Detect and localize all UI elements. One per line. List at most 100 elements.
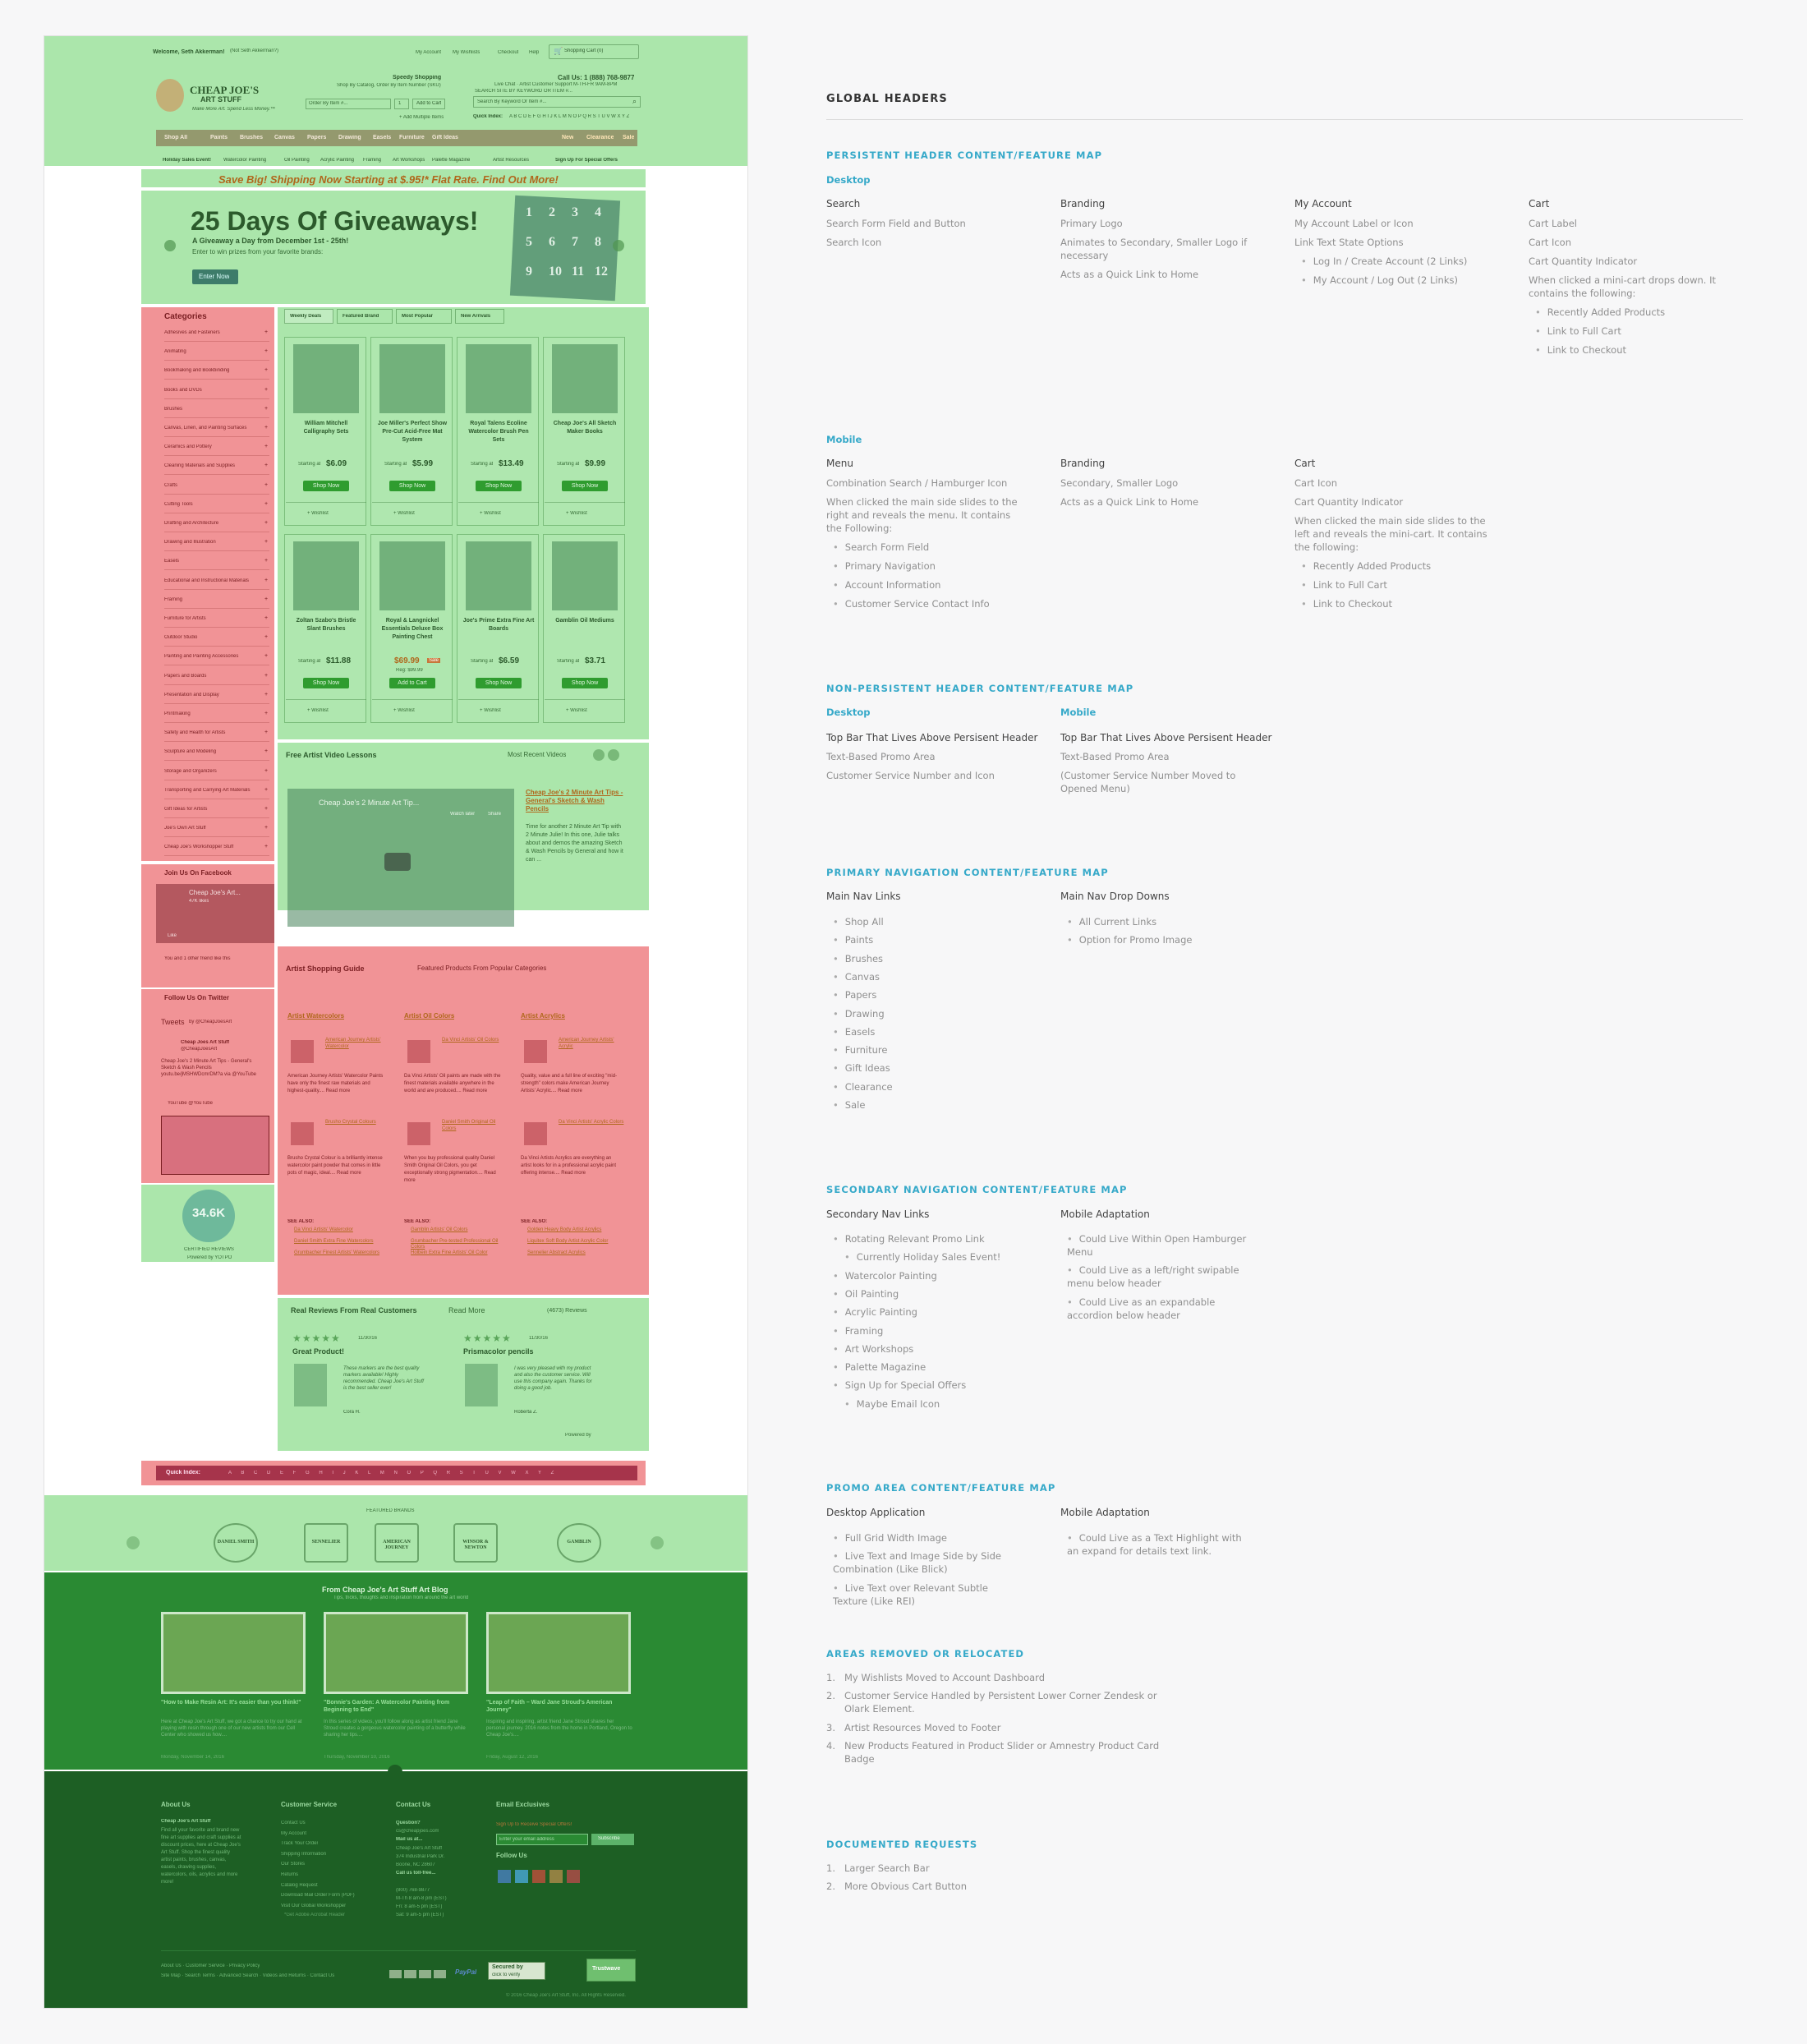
quick-index-bar-letters[interactable]: A B C D E F G H I J K L M N O P Q R S T … — [228, 1471, 558, 1475]
product-image[interactable] — [552, 541, 618, 610]
blog-post-title[interactable]: "Bonnie's Garden: A Watercolor Painting … — [324, 1699, 470, 1714]
add-to-cart-button[interactable]: Add to Cart — [389, 678, 435, 688]
main-nav-item[interactable]: Canvas — [274, 135, 295, 140]
brands-prev-arrow[interactable] — [126, 1536, 140, 1549]
item-number-input[interactable]: Order By Item #... — [306, 99, 391, 109]
expand-icon[interactable]: + — [264, 387, 268, 393]
secondary-nav-link[interactable]: Framing — [363, 158, 381, 163]
category-link[interactable]: Papers and Boards — [164, 674, 271, 679]
expand-icon[interactable]: + — [264, 348, 268, 354]
main-nav-item[interactable]: Clearance — [586, 135, 614, 140]
help-link[interactable]: Help — [529, 50, 539, 55]
expand-icon[interactable]: + — [264, 844, 268, 849]
guide-product-image[interactable] — [291, 1040, 314, 1063]
footer-acrobat-note[interactable]: *Get Adobe Acrobat Reader — [284, 1913, 345, 1917]
category-link[interactable]: Drawing and Illustration — [164, 540, 271, 545]
my-wishlists-link[interactable]: My Wishlists — [453, 50, 480, 55]
shop-now-button[interactable]: Shop Now — [562, 481, 608, 491]
product-card[interactable]: Cheap Joe's All Sketch Maker Books Starti… — [543, 337, 625, 526]
category-link[interactable]: Cheap Joe's Workshopper Stuff — [164, 845, 271, 849]
brand-logo[interactable]: GAMBLIN — [557, 1523, 601, 1563]
category-link[interactable]: Cutting Tools — [164, 502, 271, 507]
category-link[interactable]: Animating — [164, 349, 271, 354]
shop-now-button[interactable]: Shop Now — [303, 678, 349, 688]
wishlist-button[interactable]: + Wishlist — [480, 708, 501, 713]
guide-product-link[interactable]: Da Vinci Artists' Oil Colors — [442, 1037, 511, 1043]
shop-now-button[interactable]: Shop Now — [303, 481, 349, 491]
product-card[interactable]: William Mitchell Calligraphy Sets Startin… — [284, 337, 366, 526]
brand-logo[interactable]: SENNELIER — [304, 1523, 348, 1563]
expand-icon[interactable]: + — [264, 539, 268, 545]
signup-link[interactable]: Sign Up For Special Offers — [555, 158, 618, 163]
live-chat-link[interactable]: Live Chat · Artist Customer Support M-TH… — [494, 82, 617, 87]
product-name[interactable]: Joe Miller's Perfect Show Pre-Cut Acid-F… — [376, 420, 448, 444]
guide-category-link[interactable]: Artist Acrylics — [521, 1012, 565, 1020]
video-prev-arrow[interactable] — [593, 749, 605, 761]
category-link[interactable]: Books and DVDs — [164, 388, 271, 393]
see-also-link[interactable]: Holbein Extra Fine Artists' Oil Color — [411, 1250, 501, 1256]
category-link[interactable]: Storage and Organizers — [164, 769, 271, 774]
expand-icon[interactable]: + — [264, 730, 268, 735]
tweet-video-thumb[interactable] — [161, 1116, 269, 1175]
guide-product-link[interactable]: Daniel Smith Original Oil Colors — [442, 1119, 511, 1132]
secondary-nav-link[interactable]: Art Workshops — [393, 158, 425, 163]
footer-service-link[interactable]: Our Stores — [281, 1862, 305, 1867]
scroll-top-icon[interactable] — [388, 1765, 402, 1775]
wishlist-button[interactable]: + Wishlist — [393, 511, 415, 516]
see-also-link[interactable]: Sennelier Abstract Acrylics — [527, 1250, 618, 1256]
category-link[interactable]: Easels — [164, 559, 271, 564]
brand-logo[interactable]: AMERICAN JOURNEY — [375, 1523, 419, 1563]
wishlist-button[interactable]: + Wishlist — [393, 708, 415, 713]
my-account-link[interactable]: My Account — [416, 50, 441, 55]
tab-featured-brand[interactable]: Featured Brand — [337, 309, 393, 324]
footer-service-link[interactable]: Returns — [281, 1872, 298, 1877]
twitter-icon[interactable] — [515, 1870, 528, 1883]
expand-icon[interactable]: + — [264, 520, 268, 526]
footer-contact-line[interactable]: cs@cheapjoes.com — [396, 1829, 439, 1834]
expand-icon[interactable]: + — [264, 329, 268, 335]
footer-service-link[interactable]: Contact Us — [281, 1821, 306, 1825]
product-name[interactable]: Joe's Prime Extra Fine Art Boards — [462, 617, 535, 633]
product-name[interactable]: Royal & Langnickel Essentials Deluxe Box… — [376, 617, 448, 642]
see-also-link[interactable]: Daniel Smith Extra Fine Watercolors — [294, 1239, 384, 1245]
blog-post-title[interactable]: "How to Make Resin Art: It's easier than… — [161, 1699, 307, 1706]
footer-service-link[interactable]: Download Mail Order Form (PDF) — [281, 1893, 355, 1898]
main-nav-item[interactable]: Drawing — [338, 135, 361, 140]
main-nav-item[interactable]: Papers — [307, 135, 326, 140]
expand-icon[interactable]: + — [264, 578, 268, 583]
main-nav-item[interactable]: Furniture — [399, 135, 425, 140]
expand-icon[interactable]: + — [264, 634, 268, 640]
product-card[interactable]: Zoltan Szabo's Bristle Slant Brushes Star… — [284, 534, 366, 723]
search-icon[interactable]: ⌕ — [632, 97, 637, 106]
secondary-nav-link[interactable]: Acrylic Painting — [320, 158, 354, 163]
footer-service-link[interactable]: Visit Our Global Workshopper — [281, 1904, 346, 1908]
guide-product-image[interactable] — [524, 1040, 547, 1063]
product-name[interactable]: William Mitchell Calligraphy Sets — [290, 420, 362, 436]
see-also-link[interactable]: Liquitex Soft Body Artist Acrylic Color — [527, 1239, 618, 1245]
quick-index-letters[interactable]: A B C D E F G H I J K L M N O P Q R S T … — [509, 114, 629, 119]
category-link[interactable]: Presentation and Display — [164, 693, 271, 697]
category-link[interactable]: Educational and Instructional Materials — [164, 578, 271, 583]
play-icon[interactable] — [384, 853, 411, 871]
expand-icon[interactable]: + — [264, 711, 268, 716]
product-card[interactable]: Joe Miller's Perfect Show Pre-Cut Acid-F… — [370, 337, 453, 526]
secondary-nav-link[interactable]: Artist Resources — [493, 158, 529, 163]
wishlist-button[interactable]: + Wishlist — [566, 511, 587, 516]
tab-most-popular[interactable]: Most Popular — [396, 309, 452, 324]
see-also-link[interactable]: Da Vinci Artists' Watercolor — [294, 1227, 384, 1233]
blog-post-image[interactable] — [486, 1612, 631, 1694]
product-name[interactable]: Royal Talens Ecoline Watercolor Brush Pe… — [462, 420, 535, 444]
tweets-by[interactable]: by @CheapJoesArt — [189, 1020, 232, 1024]
youtube-icon[interactable] — [549, 1870, 563, 1883]
product-image[interactable] — [552, 344, 618, 413]
expand-icon[interactable]: + — [264, 806, 268, 812]
footer-bottom-links[interactable]: Site Map · Search Terms · Advanced Searc… — [161, 1973, 334, 1978]
category-link[interactable]: Outdoor Studio — [164, 635, 271, 640]
category-link[interactable]: Bookmaking and Bookbinding — [164, 368, 271, 373]
guide-product-image[interactable] — [407, 1122, 430, 1145]
tab-weekly-deals[interactable]: Weekly Deals — [284, 309, 333, 324]
guide-category-link[interactable]: Artist Watercolors — [287, 1012, 344, 1020]
expand-icon[interactable]: + — [264, 768, 268, 774]
subscribe-button[interactable]: Subscribe — [591, 1834, 634, 1845]
main-nav-item[interactable]: Shop All — [164, 135, 187, 140]
